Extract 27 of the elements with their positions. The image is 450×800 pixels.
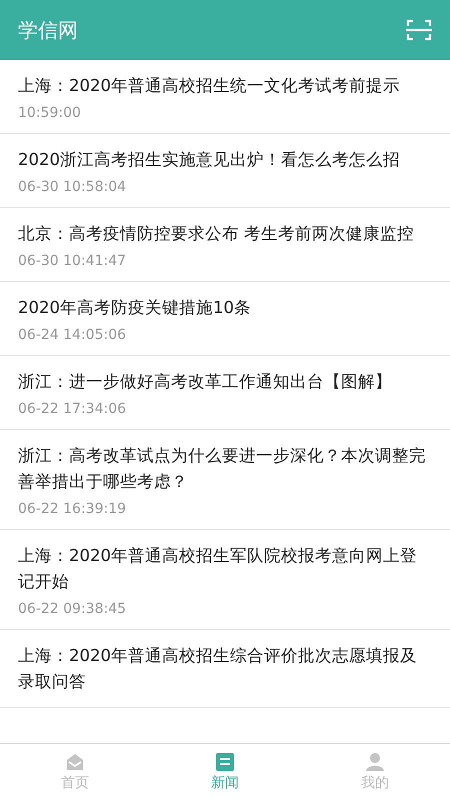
news-item[interactable]: 上海：2020年普通高校招生军队院校报考意向网上登记开始 06-22 09:38:45 [0,530,450,630]
news-item[interactable]: 浙江：进一步做好高考改革工作通知出台【图解】 06-22 17:34:06 [0,356,450,430]
news-title: 北京：高考疫情防控要求公布 考生考前两次健康监控 [18,223,416,245]
news-title: 上海：2020年普通高校招生统一文化考试考前提示 [18,75,401,97]
news-title: 上海：2020年普通高校招生综合评价批次志愿填报及录取问答 [18,645,418,693]
news-time: 10:59:00 [18,105,82,121]
envelope-icon [65,752,85,772]
news-time: 06-24 14:05:06 [18,327,128,343]
news-title: 上海：2020年普通高校招生军队院校报考意向网上登记开始 [18,545,418,593]
news-time: 06-22 09:38:45 [18,601,128,617]
news-title: 2020浙江高考招生实施意见出炉！看怎么考怎么招 [18,149,401,171]
person-icon [365,752,385,772]
app-title: 学信网 [18,16,78,44]
news-title: 浙江：进一步做好高考改革工作通知出台【图解】 [18,371,393,393]
news-item[interactable]: 上海：2020年普通高校招生综合评价批次志愿填报及录取问答 [0,630,450,708]
news-time: 06-22 17:34:06 [18,401,128,417]
news-time: 06-30 10:58:04 [18,179,128,195]
news-item[interactable]: 浙江：高考改革试点为什么要进一步深化？本次调整完善举措出于哪些考虑？ 06-22 16:39:19 [0,430,450,530]
news-time: 06-30 10:41:47 [18,253,128,269]
news-title: 2020年高考防疫关键措施10条 [18,297,252,319]
news-time: 06-22 16:39:19 [18,501,128,517]
news-icon [215,752,235,772]
news-item[interactable]: 上海：2020年普通高校招生统一文化考试考前提示 10:59:00 [0,60,450,134]
news-item[interactable]: 北京：高考疫情防控要求公布 考生考前两次健康监控 06-30 10:41:47 [0,208,450,282]
news-title: 浙江：高考改革试点为什么要进一步深化？本次调整完善举措出于哪些考虑？ [18,445,427,493]
news-item[interactable]: 2020年高考防疫关键措施10条 06-24 14:05:06 [0,282,450,356]
news-item[interactable]: 2020浙江高考招生实施意见出炉！看怎么考怎么招 06-30 10:58:04 [0,134,450,208]
